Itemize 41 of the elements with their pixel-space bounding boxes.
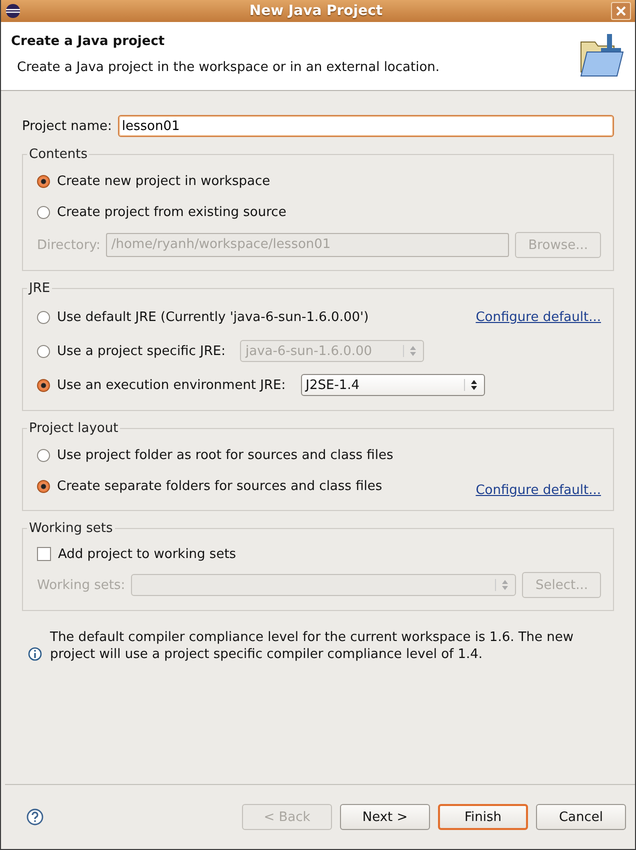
option-label: Use an execution environment JRE: xyxy=(57,378,286,392)
dialog-button[interactable]: Finish xyxy=(438,804,528,830)
group-title: JRE xyxy=(27,281,52,296)
directory-label: Directory: xyxy=(37,238,100,252)
spinner-arrows-icon xyxy=(403,345,418,357)
radio-button[interactable] xyxy=(37,310,50,324)
help-icon[interactable] xyxy=(26,808,44,826)
group-title: Project layout xyxy=(28,421,120,436)
jre-dropdown[interactable]: J2SE-1.4 xyxy=(300,374,485,396)
info-icon xyxy=(28,647,42,661)
window-title: New Java Project xyxy=(248,3,384,19)
dialog-button[interactable]: Cancel xyxy=(536,804,626,830)
info-message: The default compiler compliance level for the current workspace is 1.6. The new project will use a project specific compiler compliance level of 1.4. xyxy=(50,629,575,663)
page-title: Create a Java project xyxy=(11,34,166,49)
page-description: Create a Java project in the workspace or in an external location. xyxy=(17,60,440,75)
project-name-label: Project name: xyxy=(22,118,112,134)
close-icon xyxy=(616,6,626,16)
working-sets-label: Working sets: xyxy=(37,578,126,592)
radio-button[interactable] xyxy=(37,378,50,392)
option-label: Create new project in workspace xyxy=(57,174,270,189)
option-label: Create separate folders for sources and class files xyxy=(57,479,382,494)
configure-link[interactable]: Configure default... xyxy=(476,483,601,498)
configure-link[interactable]: Configure default... xyxy=(476,310,601,324)
app-icon xyxy=(5,3,21,19)
radio-button[interactable] xyxy=(37,175,50,188)
spinner-arrows-icon xyxy=(495,579,510,591)
group-title: Contents xyxy=(28,147,88,162)
radio-button[interactable] xyxy=(37,480,50,493)
checkbox[interactable] xyxy=(37,547,51,561)
dialog-button[interactable]: Next > xyxy=(340,804,430,830)
option-label: Create project from existing source xyxy=(57,205,286,220)
spinner-arrows-icon xyxy=(464,379,478,391)
group-title: Working sets xyxy=(28,521,114,536)
option-label: Use a project specific JRE: xyxy=(57,344,226,358)
radio-button[interactable] xyxy=(37,206,50,219)
project-name-field[interactable]: lesson01 xyxy=(118,115,614,137)
checkbox-label: Add project to working sets xyxy=(58,546,236,562)
close-button[interactable] xyxy=(611,2,631,20)
option-label: Use project folder as root for sources and class files xyxy=(57,448,394,463)
radio-button[interactable] xyxy=(37,449,50,462)
option-label: Use default JRE (Currently 'java-6-sun-1.6.0.00') xyxy=(57,310,369,324)
